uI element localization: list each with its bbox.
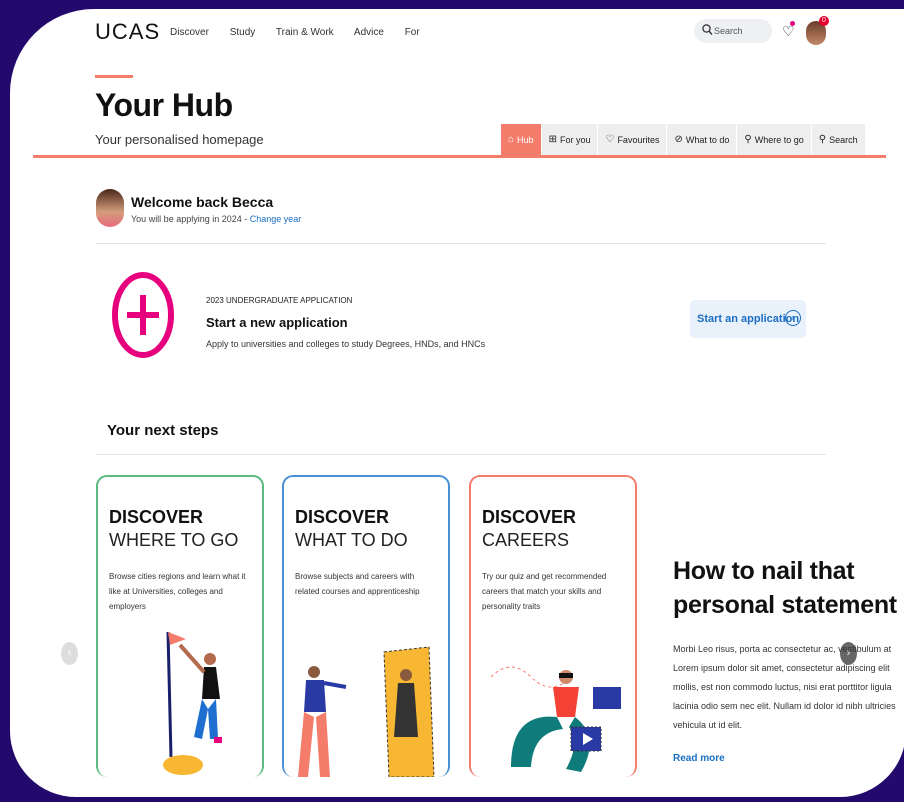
chevron-right-icon: › — [785, 310, 801, 326]
page-subtitle: Your personalised homepage — [95, 132, 264, 147]
tab-label: Hub — [517, 134, 534, 145]
nav-link-discover[interactable]: Discover — [170, 27, 209, 38]
nav-links: Discover Study Train & Work Advice For — [170, 27, 438, 38]
vr-headset-illustration — [490, 666, 621, 772]
card-heading: WHERE TO GO — [109, 530, 239, 550]
article-title: How to nail that personal statement — [673, 557, 897, 619]
card-heading: CAREERS — [482, 530, 570, 550]
applying-year-text: You will be applying in 2024 - — [131, 214, 250, 224]
card-heading: WHAT TO DO — [295, 530, 408, 550]
card-kicker: DISCOVER — [482, 507, 577, 527]
section-divider — [96, 243, 826, 244]
nav-link-advice[interactable]: Advice — [354, 27, 384, 38]
mirror-reflection-illustration — [298, 646, 435, 777]
notification-badge: 0 — [819, 16, 829, 26]
ucas-logo[interactable]: UCAS — [95, 19, 160, 45]
compass-icon: ⊘ — [674, 134, 683, 145]
start-application-button[interactable]: Start an application › — [690, 300, 806, 338]
nav-link-for[interactable]: For — [405, 27, 420, 38]
title-accent-bar — [95, 75, 133, 78]
search-input[interactable]: Search — [694, 19, 772, 43]
plus-circle-icon — [112, 272, 174, 358]
pin-icon: ⚲ — [744, 134, 752, 145]
search-icon — [702, 24, 713, 38]
profile-avatar — [96, 189, 124, 227]
grid-icon: ⊞ — [548, 134, 557, 145]
carousel-prev-button[interactable]: ‹ — [61, 642, 78, 665]
tab-label: For you — [559, 134, 591, 145]
welcome-subtitle: You will be applying in 2024 - Change ye… — [131, 214, 301, 224]
article-body: Morbi Leo risus, porta ac consectetur ac… — [673, 644, 896, 730]
card-description: Try our quiz and get recommended careers… — [482, 572, 607, 611]
tab-hub[interactable]: ⌂ Hub — [501, 124, 542, 155]
card-where-to-go[interactable]: DISCOVER WHERE TO GO Browse cities regio… — [96, 475, 264, 777]
application-title: Start a new application — [206, 315, 348, 330]
header-divider — [33, 155, 886, 158]
tab-what-to-do[interactable]: ⊘ What to do — [667, 124, 738, 155]
card-what-to-do[interactable]: DISCOVER WHAT TO DO Browse subjects and … — [282, 475, 450, 777]
browser-frame: UCAS Discover Study Train & Work Advice … — [10, 9, 904, 797]
page-title: Your Hub — [95, 87, 233, 123]
heart-icon: ♡ — [605, 134, 615, 145]
application-description: Apply to universities and colleges to st… — [206, 339, 486, 349]
flag-climber-illustration — [163, 631, 222, 775]
card-description: Browse subjects and careers with related… — [295, 572, 420, 596]
start-application-label: Start an application — [697, 313, 800, 325]
search-icon: ⚲ — [818, 134, 827, 145]
card-kicker: DISCOVER — [109, 507, 204, 527]
section-divider — [96, 454, 826, 455]
welcome-title: Welcome back Becca — [131, 194, 274, 210]
top-nav: UCAS Discover Study Train & Work Advice … — [10, 9, 904, 57]
application-tag: 2023 UNDERGRADUATE APPLICATION — [206, 296, 353, 305]
card-kicker: DISCOVER — [295, 507, 390, 527]
change-year-link[interactable]: Change year — [250, 214, 302, 224]
nav-link-train-work[interactable]: Train & Work — [276, 27, 334, 38]
favourites-heart-icon[interactable]: ♡ — [782, 21, 795, 40]
heart-dot — [790, 21, 795, 26]
tab-label: What to do — [685, 134, 730, 145]
tab-for-you[interactable]: ⊞ For you — [541, 124, 599, 155]
search-placeholder: Search — [714, 26, 743, 36]
tab-search[interactable]: ⚲ Search — [811, 124, 866, 155]
next-steps-title: Your next steps — [107, 422, 219, 439]
tab-label: Where to go — [754, 134, 804, 145]
tab-where-to-go[interactable]: ⚲ Where to go — [737, 124, 812, 155]
tab-favourites[interactable]: ♡ Favourites — [598, 124, 668, 155]
hub-tabs: ⌂ Hub ⊞ For you ♡ Favourites ⊘ What to do ⚲ W… — [501, 124, 866, 155]
tab-label: Favourites — [617, 134, 660, 145]
card-description: Browse cities regions and learn what it … — [109, 572, 246, 611]
tab-label: Search — [829, 134, 858, 145]
read-more-link[interactable]: Read more — [673, 753, 725, 764]
card-careers[interactable]: DISCOVER CAREERS Try our quiz and get re… — [469, 475, 637, 777]
home-icon: ⌂ — [508, 134, 515, 145]
nav-link-study[interactable]: Study — [230, 27, 256, 38]
